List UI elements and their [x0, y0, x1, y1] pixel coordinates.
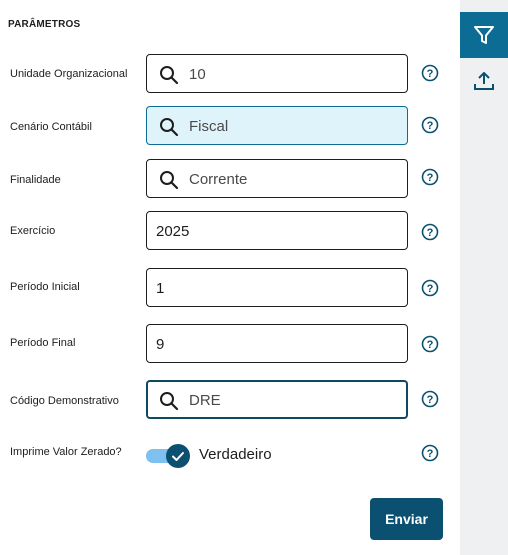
- svg-text:?: ?: [427, 227, 434, 239]
- cenario-contabil-input[interactable]: Fiscal: [146, 106, 408, 145]
- right-toolbar: [460, 0, 508, 555]
- help-icon[interactable]: ?: [421, 279, 439, 297]
- help-icon[interactable]: ?: [421, 223, 439, 241]
- toggle-state-text: Verdadeiro: [199, 446, 272, 463]
- svg-text:?: ?: [427, 394, 434, 406]
- section-title: PARÂMETROS: [8, 19, 81, 30]
- field-label: Finalidade: [10, 174, 61, 186]
- help-icon[interactable]: ?: [421, 390, 439, 408]
- search-icon[interactable]: [159, 117, 179, 137]
- codigo-demonstrativo-input[interactable]: DRE: [146, 380, 408, 419]
- svg-text:?: ?: [427, 68, 434, 80]
- help-icon[interactable]: ?: [421, 116, 439, 134]
- periodo-inicial-input[interactable]: 1: [146, 268, 408, 307]
- help-icon[interactable]: ?: [421, 64, 439, 82]
- upload-icon: [474, 72, 494, 90]
- field-label: Cenário Contábil: [10, 121, 92, 133]
- exercicio-input[interactable]: 2025: [146, 211, 408, 250]
- help-icon[interactable]: ?: [421, 168, 439, 186]
- field-value: 2025: [156, 223, 190, 240]
- toggle-label: Imprime Valor Zerado?: [10, 446, 122, 458]
- filter-icon: [474, 26, 494, 44]
- svg-text:?: ?: [427, 283, 434, 295]
- field-value: Fiscal: [189, 118, 229, 135]
- periodo-final-input[interactable]: 9: [146, 324, 408, 363]
- upload-button[interactable]: [460, 58, 508, 104]
- field-label: Unidade Organizacional: [10, 68, 128, 80]
- field-value: 9: [156, 336, 165, 353]
- check-icon: [172, 452, 184, 461]
- field-label: Exercício: [10, 225, 56, 237]
- help-icon[interactable]: ?: [421, 444, 439, 462]
- svg-text:?: ?: [427, 120, 434, 132]
- field-label: Período Inicial: [10, 281, 80, 293]
- field-value: Corrente: [189, 171, 248, 188]
- svg-text:?: ?: [427, 448, 434, 460]
- submit-button[interactable]: Enviar: [370, 498, 443, 540]
- switch-knob: [166, 444, 190, 468]
- imprime-valor-zerado-switch[interactable]: [146, 442, 192, 468]
- search-icon[interactable]: [159, 65, 179, 85]
- field-label: Código Demonstrativo: [10, 395, 119, 407]
- help-icon[interactable]: ?: [421, 335, 439, 353]
- finalidade-input[interactable]: Corrente: [146, 159, 408, 198]
- svg-text:?: ?: [427, 172, 434, 184]
- field-value: 1: [156, 280, 165, 297]
- unidade-organizacional-input[interactable]: 10: [146, 54, 408, 93]
- search-icon[interactable]: [159, 170, 179, 190]
- field-value: 10: [189, 66, 206, 83]
- parameters-panel: PARÂMETROS Unidade Organizacional 10 ? C…: [0, 0, 460, 555]
- filter-button[interactable]: [460, 12, 508, 58]
- field-value: DRE: [189, 392, 221, 409]
- field-label: Período Final: [10, 337, 76, 349]
- svg-text:?: ?: [427, 339, 434, 351]
- search-icon[interactable]: [159, 391, 179, 411]
